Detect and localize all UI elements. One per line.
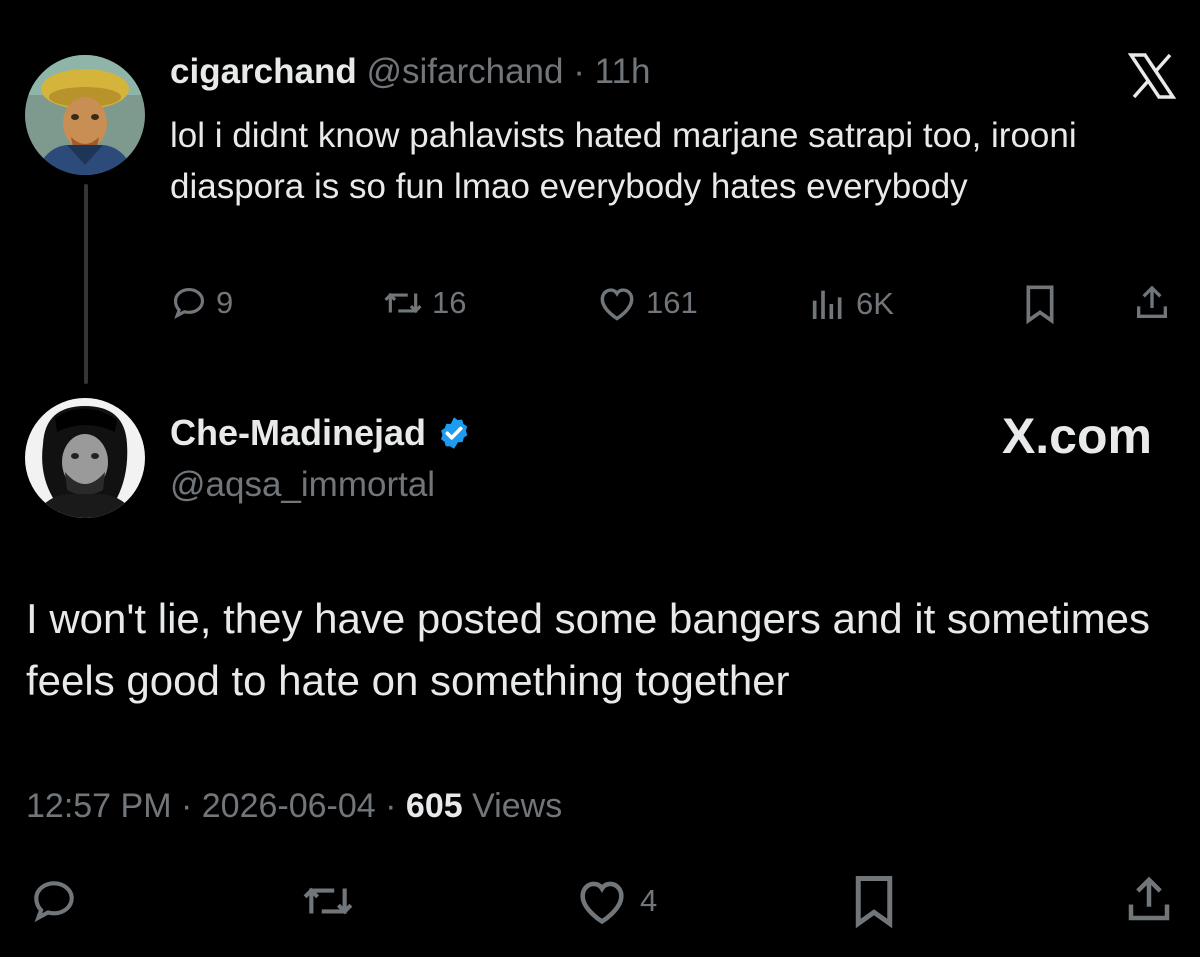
parent-tweet-text: lol i didnt know pahlavists hated marjan… bbox=[170, 116, 1077, 206]
site-watermark: X.com bbox=[1001, 408, 1152, 464]
parent-reply-button[interactable]: 9 bbox=[170, 284, 233, 322]
reply-bookmark-button[interactable] bbox=[850, 874, 898, 928]
bookmark-icon bbox=[855, 876, 893, 928]
parent-tweet-header: cigarchand @sifarchand · 11h bbox=[170, 52, 650, 92]
reply-views-count: 605 bbox=[405, 787, 463, 825]
parent-repost-button[interactable]: 16 bbox=[382, 284, 466, 322]
analytics-icon bbox=[812, 290, 842, 319]
verified-badge-icon bbox=[440, 417, 468, 449]
reply-avatar[interactable] bbox=[25, 398, 145, 518]
reply-icon bbox=[34, 881, 74, 923]
reply-views-label: Views bbox=[472, 787, 563, 825]
parent-separator: · bbox=[573, 52, 585, 91]
parent-timestamp[interactable]: 11h bbox=[595, 52, 651, 91]
reply-author-handle[interactable]: @aqsa_immortal bbox=[170, 464, 435, 506]
reply-icon bbox=[173, 287, 205, 320]
meta-separator-1: · bbox=[180, 787, 193, 825]
parent-reply-count: 9 bbox=[216, 285, 234, 320]
parent-like-button[interactable]: 161 bbox=[596, 284, 698, 322]
x-logo-icon bbox=[1127, 52, 1177, 100]
bookmark-icon bbox=[1026, 285, 1054, 324]
reply-date[interactable]: 2026-06-04 bbox=[202, 787, 376, 825]
meta-separator-2: · bbox=[385, 787, 397, 825]
share-icon bbox=[1137, 285, 1167, 318]
parent-share-button[interactable] bbox=[1132, 282, 1172, 324]
reply-reply-button[interactable] bbox=[26, 876, 82, 926]
reply-like-button[interactable]: 4 bbox=[574, 876, 657, 926]
repost-icon bbox=[384, 292, 422, 314]
reply-tweet-text: I won't lie, they have posted some bange… bbox=[26, 595, 1150, 704]
share-icon bbox=[1128, 876, 1170, 921]
parent-author-name[interactable]: cigarchand bbox=[170, 52, 357, 91]
heart-icon bbox=[580, 881, 624, 925]
thread-connector-line bbox=[84, 184, 88, 384]
parent-avatar[interactable] bbox=[25, 55, 145, 175]
reply-repost-button[interactable] bbox=[298, 876, 358, 926]
repost-icon bbox=[303, 887, 353, 915]
parent-views-button[interactable]: 6K bbox=[808, 284, 894, 324]
parent-view-count: 6K bbox=[856, 286, 894, 321]
parent-bookmark-button[interactable] bbox=[1022, 284, 1058, 324]
reply-meta-line: 12:57 PM · 2026-06-04 · 605 Views bbox=[26, 784, 562, 828]
reply-time[interactable]: 12:57 PM bbox=[26, 787, 172, 825]
parent-like-count: 161 bbox=[646, 285, 698, 320]
parent-author-handle[interactable]: @sifarchand bbox=[366, 52, 563, 91]
reply-author-name[interactable]: Che-Madinejad bbox=[170, 412, 426, 454]
reply-share-button[interactable] bbox=[1122, 872, 1176, 928]
reply-author-name-row: Che-Madinejad bbox=[170, 412, 472, 454]
heart-icon bbox=[600, 288, 634, 321]
parent-repost-count: 16 bbox=[432, 285, 467, 320]
reply-like-count: 4 bbox=[640, 883, 658, 918]
